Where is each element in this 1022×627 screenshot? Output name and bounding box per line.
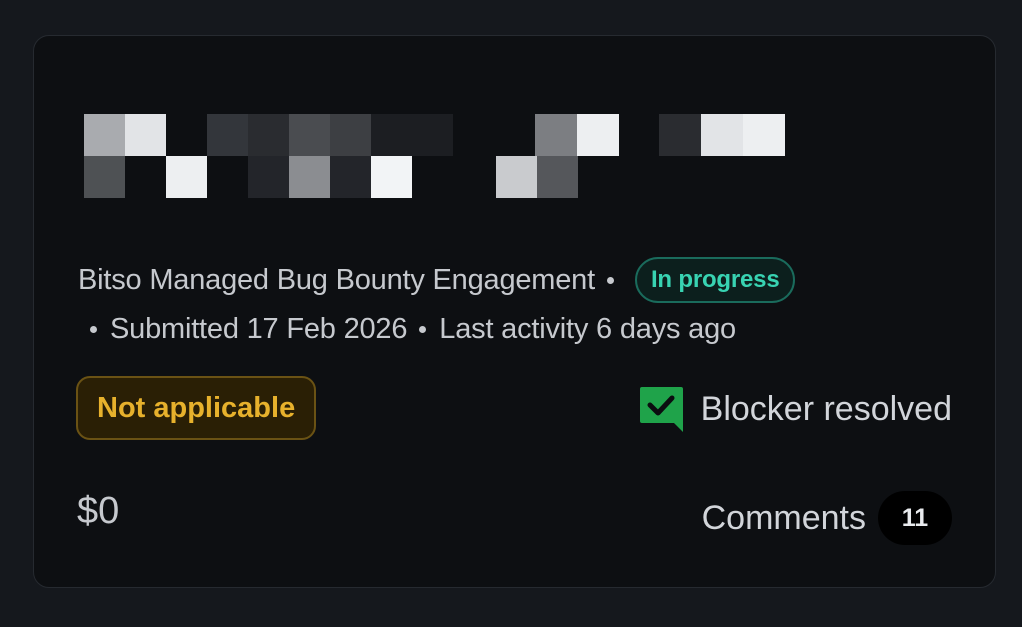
separator-dot xyxy=(419,325,427,333)
report-card[interactable]: Bitso Managed Bug Bounty Engagement In p… xyxy=(33,35,996,588)
status-badge: In progress xyxy=(634,257,796,303)
comments-label: Comments xyxy=(701,498,866,537)
bounty-amount: $0 xyxy=(77,490,120,532)
blocker-label: Blocker resolved xyxy=(700,389,952,428)
program-name[interactable]: Bitso Managed Bug Bounty Engagement xyxy=(78,264,595,297)
separator-dot xyxy=(90,325,97,333)
checkmark-chat-icon xyxy=(639,387,683,432)
blocker-status: Blocker resolved xyxy=(638,384,952,434)
comments-link[interactable]: Comments 11 xyxy=(702,491,952,545)
state-badge: Not applicable xyxy=(76,376,317,440)
report-meta-program: Bitso Managed Bug Bounty Engagement In p… xyxy=(78,255,796,305)
submitted-date: Submitted 17 Feb 2026 xyxy=(110,312,408,345)
last-activity: Last activity 6 days ago xyxy=(439,312,736,345)
report-meta-dates: Submitted 17 Feb 2026 Last activity 6 da… xyxy=(78,308,736,350)
redacted-report-title xyxy=(84,114,785,198)
comments-count-badge: 11 xyxy=(878,491,952,545)
separator-dot xyxy=(606,276,614,284)
